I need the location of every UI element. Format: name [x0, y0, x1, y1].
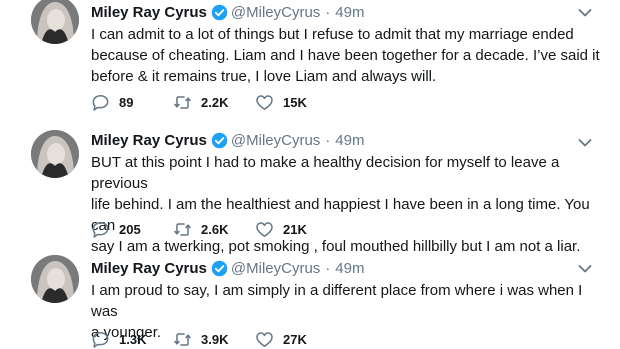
retweet-icon [173, 93, 192, 112]
chevron-down-icon[interactable] [578, 8, 592, 18]
retweet-count: 2.2K [201, 94, 229, 110]
separator-dot: · [325, 131, 331, 149]
tweet-text: I can admit to a lot of things but I ref… [91, 26, 600, 85]
timestamp[interactable]: 49m [335, 260, 364, 277]
tweet-actions: 89 2.2K 15K [91, 92, 335, 112]
like-count: 27K [283, 331, 307, 347]
chevron-down-icon[interactable] [578, 138, 592, 148]
reply-count: 205 [119, 221, 141, 237]
avatar[interactable] [31, 0, 79, 44]
retweet-button[interactable]: 3.9K [173, 329, 255, 349]
reply-count: 1.3K [119, 331, 147, 347]
tweet-text: BUT at this point I had to make a health… [91, 154, 590, 255]
tweet-body: Miley Ray Cyrus @MileyCyrus · 49m I can … [91, 3, 600, 87]
reply-button[interactable]: 205 [91, 219, 173, 239]
like-button[interactable]: 15K [255, 92, 335, 112]
like-button[interactable]: 27K [255, 329, 335, 349]
like-count: 15K [283, 94, 307, 110]
avatar[interactable] [31, 130, 79, 178]
retweet-icon [173, 330, 192, 349]
separator-dot: · [325, 259, 331, 277]
timestamp[interactable]: 49m [335, 4, 364, 21]
user-handle[interactable]: @MileyCyrus [231, 4, 320, 21]
verified-badge-icon [211, 4, 228, 21]
like-button[interactable]: 21K [255, 219, 335, 239]
reply-icon [91, 220, 110, 239]
verified-badge-icon [211, 132, 228, 149]
retweet-button[interactable]: 2.2K [173, 92, 255, 112]
user-handle[interactable]: @MileyCyrus [231, 132, 320, 149]
reply-icon [91, 93, 110, 112]
retweet-count: 3.9K [201, 331, 229, 347]
reply-icon [91, 330, 110, 349]
reply-button[interactable]: 89 [91, 92, 173, 112]
reply-button[interactable]: 1.3K [91, 329, 173, 349]
heart-icon [255, 93, 274, 112]
verified-badge-icon [211, 260, 228, 277]
tweet-header: Miley Ray Cyrus @MileyCyrus · 49m [91, 131, 600, 149]
tweet-actions: 1.3K 3.9K 27K [91, 329, 335, 349]
display-name[interactable]: Miley Ray Cyrus [91, 4, 207, 21]
tweet-header: Miley Ray Cyrus @MileyCyrus · 49m [91, 3, 600, 21]
tweet-header: Miley Ray Cyrus @MileyCyrus · 49m [91, 259, 600, 277]
avatar[interactable] [31, 255, 79, 303]
reply-count: 89 [119, 94, 134, 110]
retweet-button[interactable]: 2.6K [173, 219, 255, 239]
heart-icon [255, 220, 274, 239]
heart-icon [255, 330, 274, 349]
retweet-icon [173, 220, 192, 239]
user-handle[interactable]: @MileyCyrus [231, 260, 320, 277]
tweet-actions: 205 2.6K 21K [91, 219, 335, 239]
timestamp[interactable]: 49m [335, 132, 364, 149]
tweet-timeline: Miley Ray Cyrus @MileyCyrus · 49m I can … [0, 0, 620, 349]
chevron-down-icon[interactable] [578, 264, 592, 274]
separator-dot: · [325, 3, 331, 21]
display-name[interactable]: Miley Ray Cyrus [91, 132, 207, 149]
display-name[interactable]: Miley Ray Cyrus [91, 260, 207, 277]
like-count: 21K [283, 221, 307, 237]
retweet-count: 2.6K [201, 221, 229, 237]
